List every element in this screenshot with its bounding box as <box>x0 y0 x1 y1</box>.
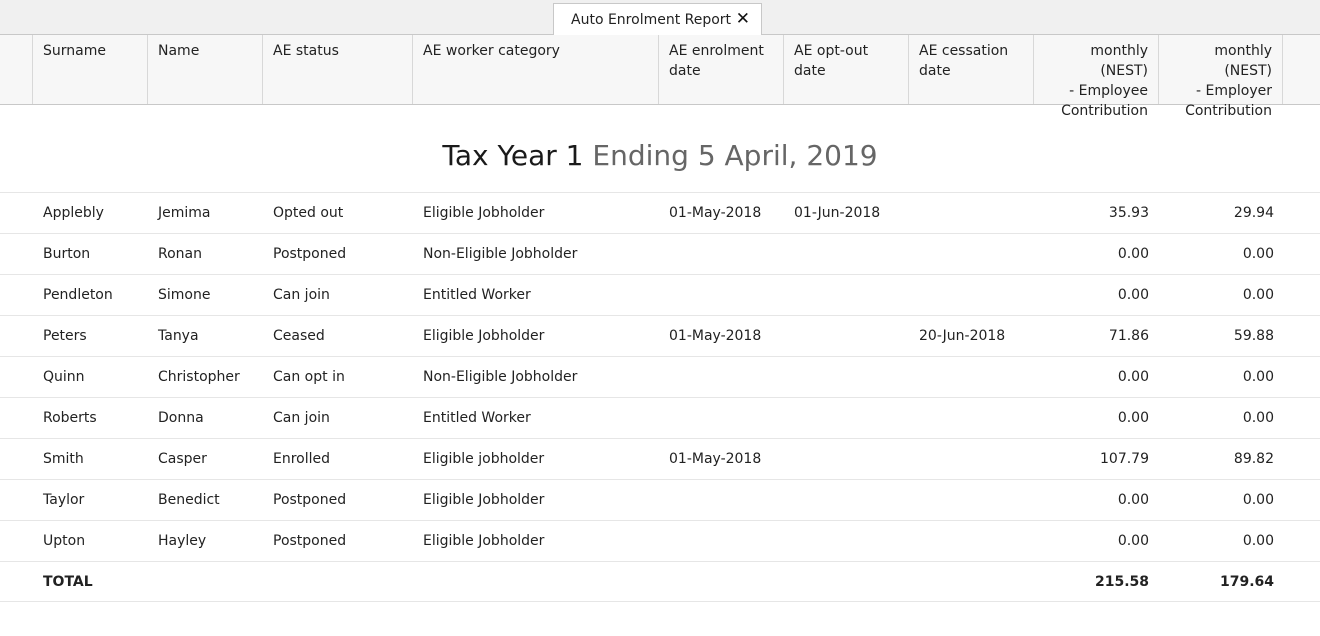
close-icon[interactable]: ✕ <box>736 9 750 29</box>
cell-name: Casper <box>158 451 207 467</box>
cell-employee-contribution: 0.00 <box>1117 533 1149 549</box>
cell-ae-enrolment-date: 01-May-2018 <box>669 205 762 221</box>
cell-employee-contribution: 107.79 <box>1100 451 1149 467</box>
cell-employer-contribution: 0.00 <box>1242 369 1274 385</box>
cell-surname: Roberts <box>43 410 97 426</box>
cell-employer-contribution: 89.82 <box>1233 451 1274 467</box>
cell-surname: Upton <box>43 533 86 549</box>
column-header-employee-contribution[interactable]: monthly (NEST) - Employee Contribution <box>1033 35 1158 119</box>
column-header-ae-enrolment-date[interactable]: AE enrolment date <box>658 35 783 104</box>
cell-ae-status: Can join <box>273 287 330 303</box>
cell-ae-worker-category: Eligible Jobholder <box>423 492 545 508</box>
cell-name: Christopher <box>158 369 240 385</box>
total-employer-contribution: 179.64 <box>1219 574 1274 590</box>
tax-year-ending: Ending 5 April, 2019 <box>592 139 878 172</box>
cell-employee-contribution: 71.86 <box>1108 328 1149 344</box>
cell-employee-contribution: 0.00 <box>1117 492 1149 508</box>
cell-surname: Pendleton <box>43 287 113 303</box>
cell-ae-status: Can opt in <box>273 369 345 385</box>
cell-ae-worker-category: Entitled Worker <box>423 410 531 426</box>
cell-name: Benedict <box>158 492 220 508</box>
total-row: TOTAL 215.58 179.64 <box>0 561 1320 602</box>
cell-ae-status: Postponed <box>273 533 347 549</box>
table-row[interactable]: Quinn Christopher Can opt in Non-Eligible J… <box>0 356 1320 397</box>
cell-surname: Taylor <box>43 492 85 508</box>
cell-ae-status: Ceased <box>273 328 325 344</box>
cell-ae-cessation-date: 20-Jun-2018 <box>919 328 1006 344</box>
total-employee-contribution: 215.58 <box>1094 574 1149 590</box>
column-header-ae-cessation-date[interactable]: AE cessation date <box>908 35 1033 104</box>
cell-surname: Peters <box>43 328 87 344</box>
cell-name: Tanya <box>158 328 199 344</box>
cell-employee-contribution: 0.00 <box>1117 369 1149 385</box>
column-header-ae-opt-out-date[interactable]: AE opt-out date <box>783 35 908 104</box>
cell-employer-contribution: 0.00 <box>1242 492 1274 508</box>
table-row[interactable]: Pendleton Simone Can join Entitled Worker 0.… <box>0 274 1320 315</box>
cell-name: Donna <box>158 410 204 426</box>
cell-employee-contribution: 0.00 <box>1117 410 1149 426</box>
cell-employee-contribution: 0.00 <box>1117 287 1149 303</box>
cell-ae-status: Postponed <box>273 492 347 508</box>
cell-name: Jemima <box>158 205 211 221</box>
cell-ae-status: Enrolled <box>273 451 331 467</box>
cell-ae-status: Opted out <box>273 205 344 221</box>
cell-ae-worker-category: Entitled Worker <box>423 287 531 303</box>
cell-employee-contribution: 0.00 <box>1117 246 1149 262</box>
cell-surname: Applebly <box>43 205 104 221</box>
cell-employer-contribution: 29.94 <box>1233 205 1274 221</box>
table-row[interactable]: Burton Ronan Postponed Non-Eligible Jobhold… <box>0 233 1320 274</box>
cell-ae-status: Can join <box>273 410 330 426</box>
cell-ae-worker-category: Eligible Jobholder <box>423 533 545 549</box>
column-header-name[interactable]: Name <box>147 35 262 104</box>
total-label: TOTAL <box>43 574 93 590</box>
cell-surname: Smith <box>43 451 84 467</box>
cell-surname: Quinn <box>43 369 85 385</box>
table-row[interactable]: Peters Tanya Ceased Eligible Jobholder 01-Ma… <box>0 315 1320 356</box>
tab-strip: Auto Enrolment Report ✕ <box>0 0 1320 36</box>
cell-employer-contribution: 0.00 <box>1242 246 1274 262</box>
cell-ae-enrolment-date: 01-May-2018 <box>669 451 762 467</box>
column-header-employer-contribution[interactable]: monthly (NEST) - Employer Contribution <box>1158 35 1283 119</box>
table-row[interactable]: Smith Casper Enrolled Eligible jobholder 01-… <box>0 438 1320 479</box>
table-row[interactable]: Roberts Donna Can join Entitled Worker 0.00 0… <box>0 397 1320 438</box>
table-body: Applebly Jemima Opted out Eligible Jobholde… <box>0 192 1320 602</box>
cell-ae-worker-category: Non-Eligible Jobholder <box>423 369 578 385</box>
cell-ae-worker-category: Eligible jobholder <box>423 451 545 467</box>
cell-ae-worker-category: Eligible Jobholder <box>423 328 545 344</box>
cell-name: Simone <box>158 287 211 303</box>
cell-employer-contribution: 59.88 <box>1233 328 1274 344</box>
cell-name: Hayley <box>158 533 207 549</box>
tax-year-label: Tax Year 1 <box>442 139 584 172</box>
cell-name: Ronan <box>158 246 202 262</box>
table-row[interactable]: Taylor Benedict Postponed Eligible Jobholde… <box>0 479 1320 520</box>
cell-employer-contribution: 0.00 <box>1242 533 1274 549</box>
cell-ae-status: Postponed <box>273 246 347 262</box>
tab-label: Auto Enrolment Report <box>571 12 732 28</box>
cell-surname: Burton <box>43 246 91 262</box>
column-header-ae-worker-category[interactable]: AE worker category <box>412 35 658 104</box>
cell-ae-worker-category: Non-Eligible Jobholder <box>423 246 578 262</box>
column-header-ae-status[interactable]: AE status <box>262 35 412 104</box>
section-title: Tax Year 1 Ending 5 April, 2019 <box>0 138 1320 174</box>
column-header-surname[interactable]: Surname <box>32 35 147 104</box>
cell-employer-contribution: 0.00 <box>1242 410 1274 426</box>
cell-ae-worker-category: Eligible Jobholder <box>423 205 545 221</box>
table-row[interactable]: Upton Hayley Postponed Eligible Jobholder 0.… <box>0 520 1320 561</box>
table-header: Surname Name AE status AE worker categor… <box>0 35 1320 119</box>
table-row[interactable]: Applebly Jemima Opted out Eligible Jobholde… <box>0 192 1320 233</box>
cell-ae-opt-out-date: 01-Jun-2018 <box>794 205 881 221</box>
tab-auto-enrolment-report[interactable]: Auto Enrolment Report ✕ <box>553 3 762 36</box>
cell-ae-enrolment-date: 01-May-2018 <box>669 328 762 344</box>
cell-employer-contribution: 0.00 <box>1242 287 1274 303</box>
cell-employee-contribution: 35.93 <box>1108 205 1149 221</box>
